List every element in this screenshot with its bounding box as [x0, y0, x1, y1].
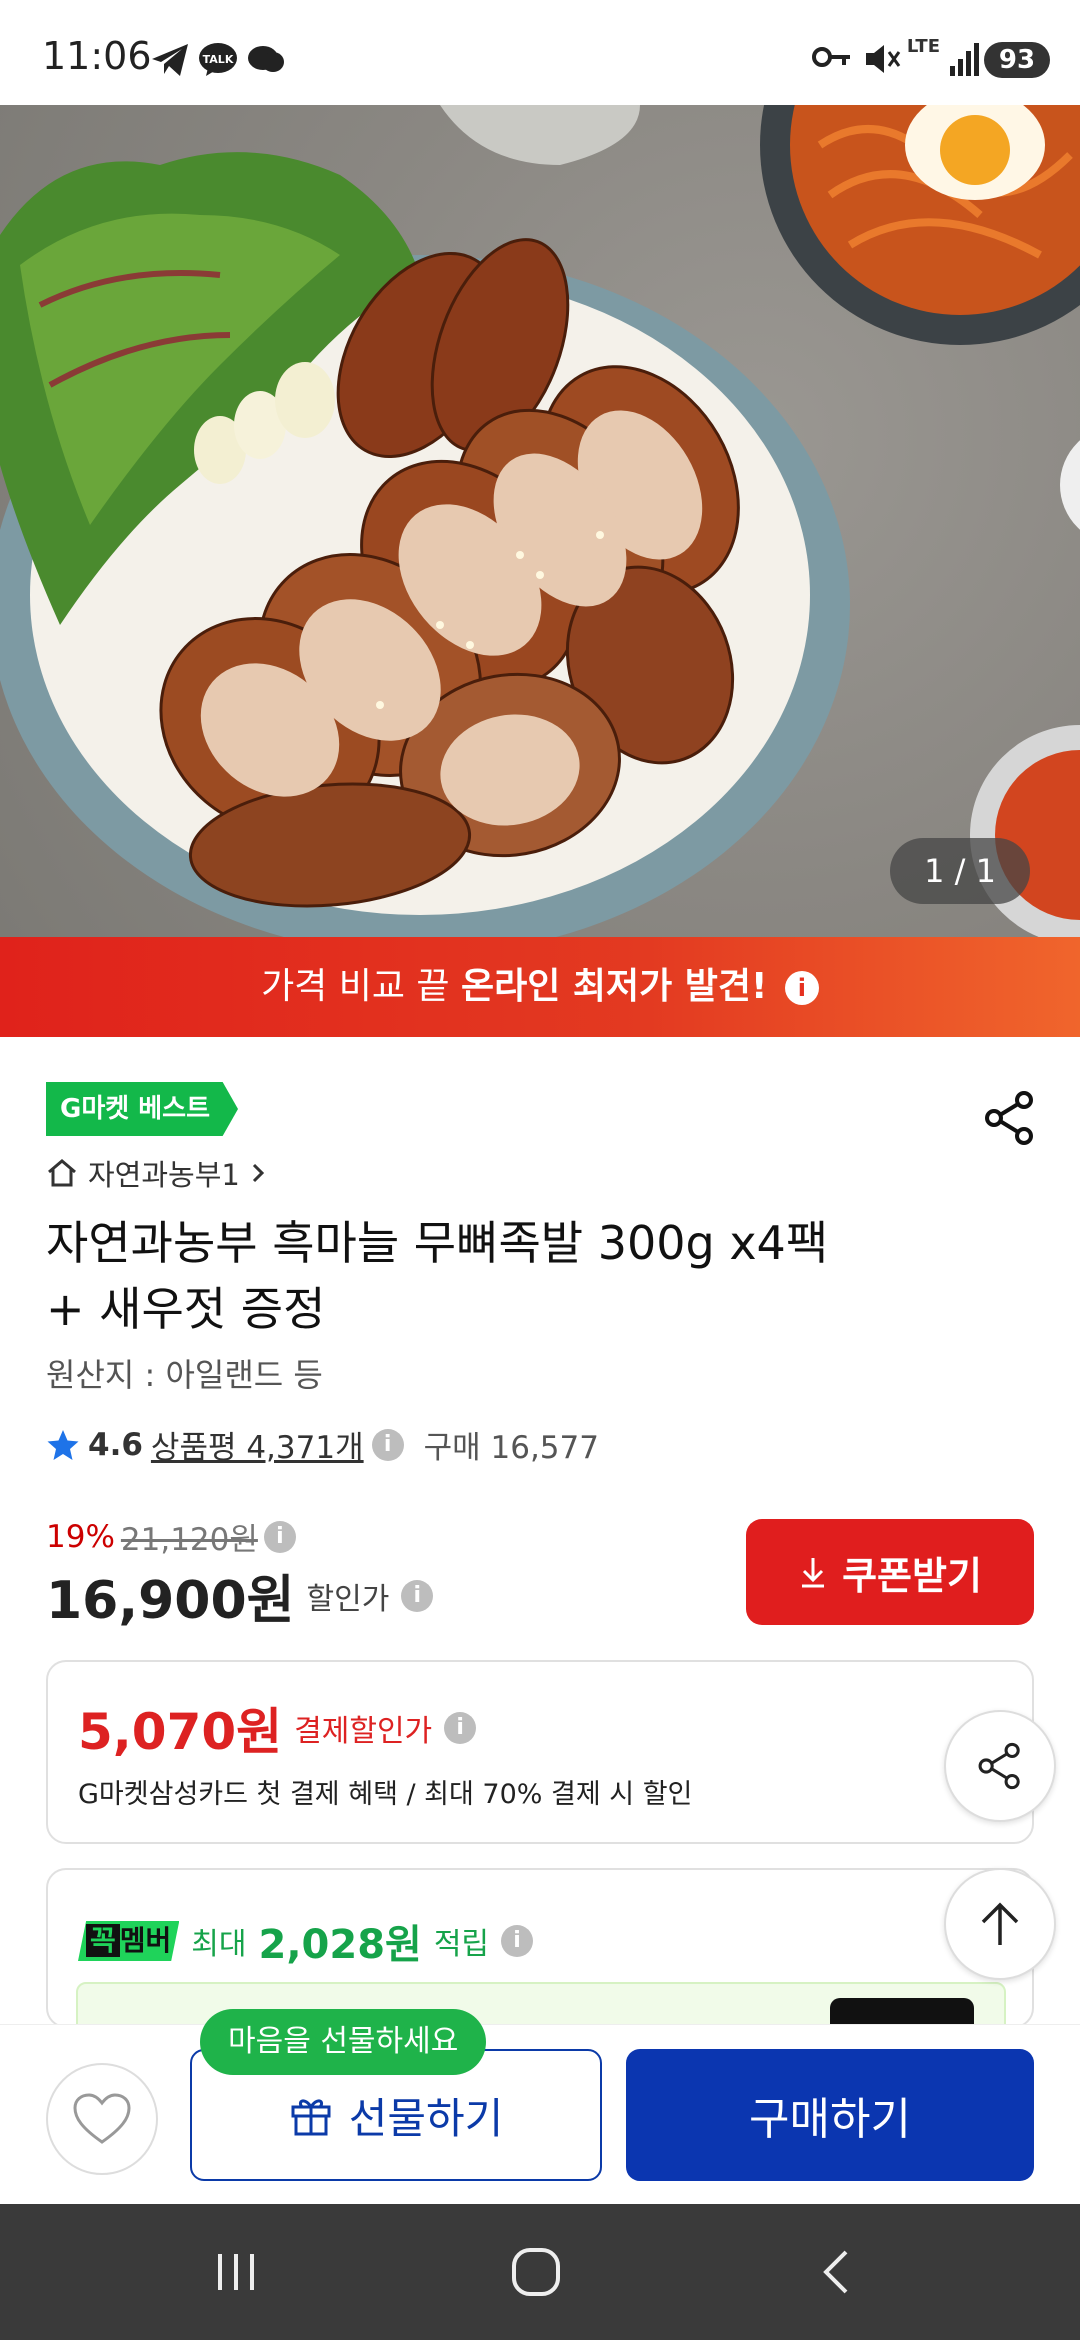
- card-discount-amount: 5,070원: [78, 1703, 283, 1761]
- product-photo: [0, 105, 1080, 937]
- buy-button[interactable]: 구매하기: [626, 2049, 1034, 2181]
- bottom-action-bar: 마음을 선물하세요 선물하기 구매하기: [0, 2009, 1080, 2204]
- home-button-icon[interactable]: [506, 2244, 566, 2300]
- sale-price: 16,900원: [46, 1571, 295, 1631]
- status-bar: 11:06 TALK LTE 93: [0, 0, 1080, 105]
- signal-icon: [950, 43, 979, 76]
- status-time: 11:06: [42, 34, 152, 78]
- product-title-line2: + 새우젓 증정: [46, 1282, 326, 1336]
- battery-level: 93: [984, 42, 1050, 78]
- product-title-line1: 자연과농부 흑마늘 무뼈족발 300g x4팩: [46, 1216, 829, 1270]
- product-image[interactable]: 1 / 1: [0, 105, 1080, 937]
- home-icon: [48, 1159, 76, 1187]
- member-suffix: 적립: [433, 1927, 490, 1962]
- card-discount-description: G마켓삼성카드 첫 결제 혜택 / 최대 70% 결제 시 할인: [78, 1779, 693, 1810]
- price-row: 16,900원 할인가 i: [46, 1558, 434, 1633]
- store-link[interactable]: 자연과농부1: [46, 1152, 266, 1194]
- product-origin: 원산지 : 아일랜드 등: [46, 1356, 323, 1394]
- reviews-link[interactable]: 상품평 4,371개: [151, 1422, 364, 1467]
- store-name: 자연과농부1: [88, 1158, 240, 1192]
- card-discount-box[interactable]: 5,070원 결제할인가 i G마켓삼성카드 첫 결제 혜택 / 최대 70% …: [46, 1660, 1034, 1844]
- info-icon[interactable]: i: [401, 1579, 434, 1612]
- rating-score: 4.6: [88, 1426, 143, 1463]
- telegram-icon: [152, 44, 188, 76]
- purchase-count: 구매 16,577: [423, 1430, 599, 1466]
- original-price: 21,120원: [120, 1522, 258, 1558]
- chat-bubble-icon: [248, 46, 284, 72]
- info-icon[interactable]: i: [444, 1712, 477, 1744]
- wishlist-button[interactable]: [46, 2063, 158, 2175]
- coupon-button-label: 쿠폰받기: [842, 1553, 982, 1598]
- member-reward-amount: 2,028원: [258, 1922, 422, 1968]
- member-prefix: 최대: [191, 1927, 247, 1962]
- gmarket-best-badge: G마켓 베스트: [46, 1082, 238, 1136]
- lowest-price-banner[interactable]: 가격 비교 끝 온라인 최저가 발견! i: [0, 937, 1080, 1037]
- card-discount-label: 결제할인가: [294, 1714, 433, 1749]
- coupon-button[interactable]: 쿠폰받기: [746, 1519, 1034, 1625]
- arrow-up-icon: [981, 1902, 1019, 1945]
- banner-highlight: 온라인 최저가 발견!: [461, 966, 768, 1007]
- chevron-right-icon: [252, 1163, 264, 1183]
- banner-prefix: 가격 비교 끝: [261, 966, 450, 1007]
- info-icon[interactable]: i: [371, 1428, 404, 1461]
- vpn-key-icon: [812, 47, 850, 67]
- gift-icon: [291, 2099, 331, 2136]
- kakaotalk-icon: TALK: [199, 43, 237, 76]
- gift-tooltip: 마음을 선물하세요: [200, 2009, 487, 2075]
- sale-price-label: 할인가: [306, 1581, 390, 1617]
- info-icon[interactable]: i: [263, 1520, 296, 1553]
- share-icon[interactable]: [980, 1088, 1040, 1148]
- discount-row: 19% 21,120원 i: [46, 1514, 296, 1559]
- product-title: 자연과농부 흑마늘 무뼈족발 300g x4팩 + 새우젓 증정: [46, 1210, 1046, 1342]
- heart-icon: [73, 2093, 131, 2144]
- image-counter: 1 / 1: [890, 838, 1030, 904]
- gift-button-label: 선물하기: [348, 2093, 504, 2143]
- info-icon[interactable]: i: [501, 1925, 534, 1957]
- member-logo: 꼭 멤버: [78, 1921, 180, 1961]
- scroll-to-top-button[interactable]: [944, 1868, 1056, 1980]
- mute-icon: [866, 45, 901, 73]
- member-reward-box[interactable]: 꼭 멤버 최대 2,028원 적립 i: [46, 1868, 1034, 2028]
- svg-text:TALK: TALK: [203, 53, 234, 66]
- back-icon[interactable]: [808, 2244, 868, 2300]
- share-icon: [978, 1742, 1020, 1790]
- info-icon[interactable]: i: [784, 971, 819, 1005]
- lte-label: LTE: [906, 36, 940, 57]
- floating-share-button[interactable]: [944, 1710, 1056, 1822]
- star-icon: [47, 1429, 79, 1460]
- discount-rate: 19%: [46, 1518, 115, 1555]
- rating-row: 4.6 상품평 4,371개 i 구매 16,577: [46, 1422, 599, 1467]
- system-nav-bar: [0, 2204, 1080, 2340]
- recent-apps-icon[interactable]: [206, 2244, 266, 2300]
- download-icon: [802, 1558, 825, 1588]
